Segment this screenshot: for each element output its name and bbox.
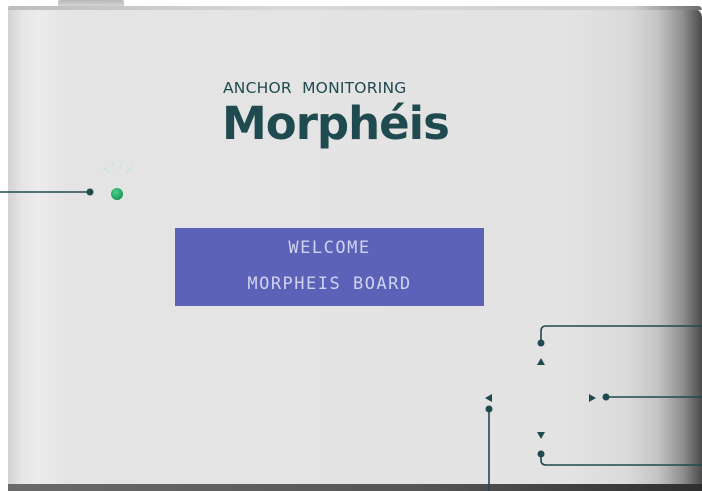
- lcd-line-2: MORPHEIS BOARD: [247, 274, 412, 294]
- brand-line: ANCHOR MONITORING: [223, 79, 407, 97]
- device-top-rim: [8, 6, 702, 10]
- brand-logo: Morphéis: [222, 97, 450, 150]
- device-illustration: ANCHOR MONITORING Morphéis WELCOME MORPH…: [0, 0, 702, 491]
- nav-right-button[interactable]: [582, 388, 602, 408]
- nav-down-button[interactable]: [531, 426, 551, 446]
- nav-up-button[interactable]: [531, 351, 551, 371]
- nav-left-button[interactable]: [478, 388, 498, 408]
- status-led[interactable]: [111, 188, 123, 200]
- led-rays-icon: [103, 161, 133, 173]
- device-bottom-edge: [8, 484, 702, 491]
- lcd-line-1: WELCOME: [288, 238, 371, 258]
